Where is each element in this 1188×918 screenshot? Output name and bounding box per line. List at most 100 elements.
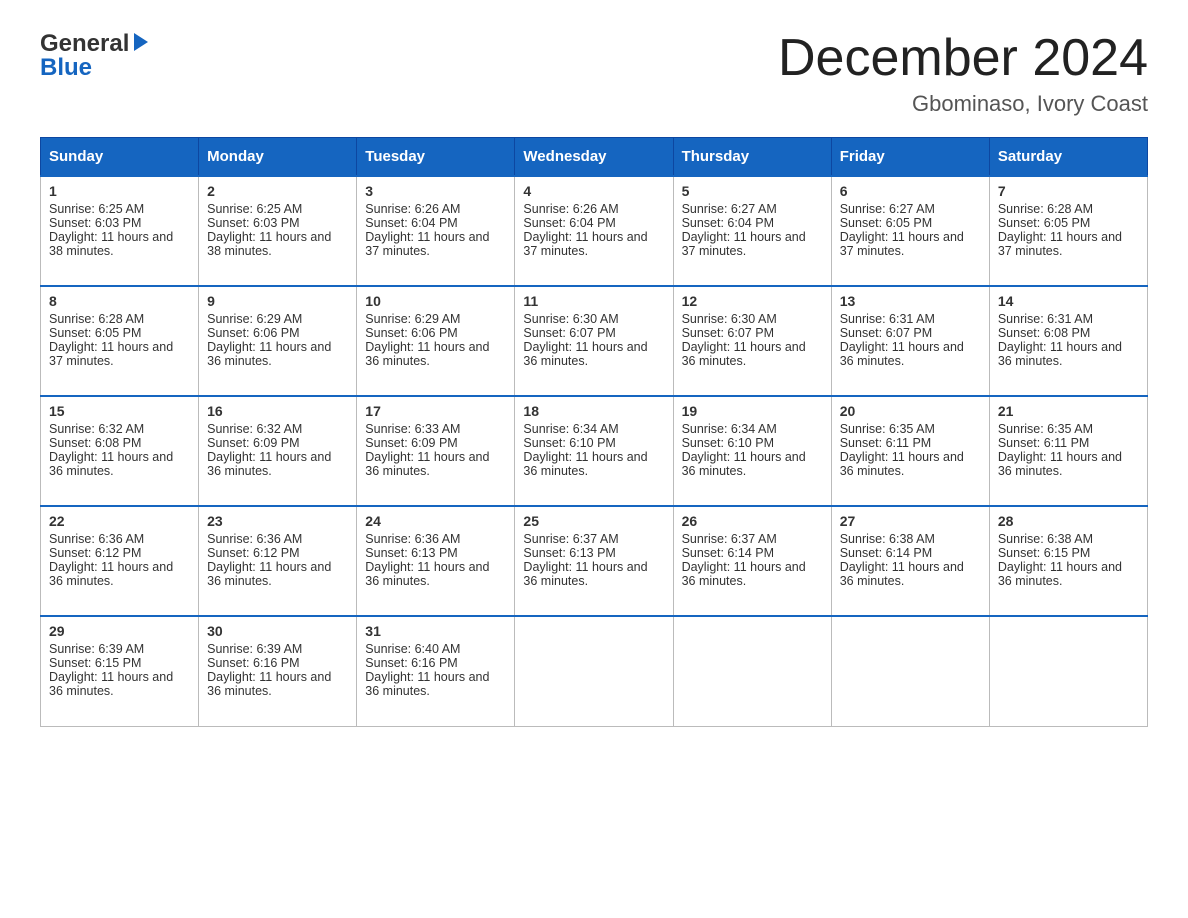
sunrise-text: Sunrise: 6:28 AM — [998, 202, 1093, 216]
day-header-monday: Monday — [199, 138, 357, 177]
logo: General Blue — [40, 30, 148, 82]
calendar-cell: 22Sunrise: 6:36 AMSunset: 6:12 PMDayligh… — [41, 506, 199, 616]
sunset-text: Sunset: 6:14 PM — [682, 546, 774, 560]
daylight-text: Daylight: 11 hours and 36 minutes. — [49, 670, 173, 698]
day-number: 22 — [49, 513, 190, 529]
sunrise-text: Sunrise: 6:27 AM — [840, 202, 935, 216]
daylight-text: Daylight: 11 hours and 37 minutes. — [49, 340, 173, 368]
calendar-cell: 18Sunrise: 6:34 AMSunset: 6:10 PMDayligh… — [515, 396, 673, 506]
sunset-text: Sunset: 6:04 PM — [365, 216, 457, 230]
calendar-cell: 28Sunrise: 6:38 AMSunset: 6:15 PMDayligh… — [989, 506, 1147, 616]
calendar-cell: 26Sunrise: 6:37 AMSunset: 6:14 PMDayligh… — [673, 506, 831, 616]
calendar-cell: 27Sunrise: 6:38 AMSunset: 6:14 PMDayligh… — [831, 506, 989, 616]
sunset-text: Sunset: 6:15 PM — [998, 546, 1090, 560]
sunset-text: Sunset: 6:05 PM — [998, 216, 1090, 230]
calendar-cell: 6Sunrise: 6:27 AMSunset: 6:05 PMDaylight… — [831, 176, 989, 286]
daylight-text: Daylight: 11 hours and 37 minutes. — [365, 230, 489, 258]
sunrise-text: Sunrise: 6:32 AM — [49, 422, 144, 436]
day-number: 18 — [523, 403, 664, 419]
daylight-text: Daylight: 11 hours and 36 minutes. — [207, 450, 331, 478]
calendar-cell: 4Sunrise: 6:26 AMSunset: 6:04 PMDaylight… — [515, 176, 673, 286]
sunset-text: Sunset: 6:09 PM — [207, 436, 299, 450]
day-number: 5 — [682, 183, 823, 199]
calendar-cell — [673, 616, 831, 726]
sunrise-text: Sunrise: 6:31 AM — [840, 312, 935, 326]
sunset-text: Sunset: 6:09 PM — [365, 436, 457, 450]
daylight-text: Daylight: 11 hours and 38 minutes. — [49, 230, 173, 258]
sunrise-text: Sunrise: 6:26 AM — [365, 202, 460, 216]
sunrise-text: Sunrise: 6:29 AM — [207, 312, 302, 326]
day-header-thursday: Thursday — [673, 138, 831, 177]
day-number: 20 — [840, 403, 981, 419]
day-number: 13 — [840, 293, 981, 309]
sunrise-text: Sunrise: 6:38 AM — [840, 532, 935, 546]
day-header-wednesday: Wednesday — [515, 138, 673, 177]
sunrise-text: Sunrise: 6:36 AM — [49, 532, 144, 546]
sunset-text: Sunset: 6:07 PM — [840, 326, 932, 340]
day-number: 19 — [682, 403, 823, 419]
title-block: December 2024 Gbominaso, Ivory Coast — [778, 30, 1148, 117]
day-number: 14 — [998, 293, 1139, 309]
sunrise-text: Sunrise: 6:37 AM — [523, 532, 618, 546]
calendar-cell — [831, 616, 989, 726]
sunrise-text: Sunrise: 6:25 AM — [49, 202, 144, 216]
sunrise-text: Sunrise: 6:35 AM — [998, 422, 1093, 436]
sunrise-text: Sunrise: 6:30 AM — [682, 312, 777, 326]
day-number: 1 — [49, 183, 190, 199]
calendar-table: SundayMondayTuesdayWednesdayThursdayFrid… — [40, 137, 1148, 727]
sunrise-text: Sunrise: 6:34 AM — [523, 422, 618, 436]
sunrise-text: Sunrise: 6:39 AM — [207, 642, 302, 656]
sunset-text: Sunset: 6:05 PM — [49, 326, 141, 340]
calendar-cell: 2Sunrise: 6:25 AMSunset: 6:03 PMDaylight… — [199, 176, 357, 286]
day-number: 26 — [682, 513, 823, 529]
day-number: 27 — [840, 513, 981, 529]
sunset-text: Sunset: 6:07 PM — [523, 326, 615, 340]
daylight-text: Daylight: 11 hours and 36 minutes. — [207, 670, 331, 698]
daylight-text: Daylight: 11 hours and 36 minutes. — [523, 560, 647, 588]
calendar-cell: 31Sunrise: 6:40 AMSunset: 6:16 PMDayligh… — [357, 616, 515, 726]
day-number: 23 — [207, 513, 348, 529]
page-header: General Blue December 2024 Gbominaso, Iv… — [40, 30, 1148, 117]
calendar-cell: 30Sunrise: 6:39 AMSunset: 6:16 PMDayligh… — [199, 616, 357, 726]
day-number: 21 — [998, 403, 1139, 419]
sunrise-text: Sunrise: 6:38 AM — [998, 532, 1093, 546]
sunrise-text: Sunrise: 6:31 AM — [998, 312, 1093, 326]
sunset-text: Sunset: 6:07 PM — [682, 326, 774, 340]
calendar-cell: 13Sunrise: 6:31 AMSunset: 6:07 PMDayligh… — [831, 286, 989, 396]
day-number: 29 — [49, 623, 190, 639]
location: Gbominaso, Ivory Coast — [778, 91, 1148, 117]
calendar-cell — [515, 616, 673, 726]
sunrise-text: Sunrise: 6:30 AM — [523, 312, 618, 326]
sunset-text: Sunset: 6:08 PM — [49, 436, 141, 450]
day-number: 25 — [523, 513, 664, 529]
calendar-cell: 9Sunrise: 6:29 AMSunset: 6:06 PMDaylight… — [199, 286, 357, 396]
sunset-text: Sunset: 6:13 PM — [365, 546, 457, 560]
sunrise-text: Sunrise: 6:40 AM — [365, 642, 460, 656]
daylight-text: Daylight: 11 hours and 36 minutes. — [840, 450, 964, 478]
calendar-week-4: 22Sunrise: 6:36 AMSunset: 6:12 PMDayligh… — [41, 506, 1148, 616]
calendar-cell: 17Sunrise: 6:33 AMSunset: 6:09 PMDayligh… — [357, 396, 515, 506]
calendar-week-3: 15Sunrise: 6:32 AMSunset: 6:08 PMDayligh… — [41, 396, 1148, 506]
sunset-text: Sunset: 6:06 PM — [365, 326, 457, 340]
day-number: 2 — [207, 183, 348, 199]
day-number: 7 — [998, 183, 1139, 199]
calendar-cell: 23Sunrise: 6:36 AMSunset: 6:12 PMDayligh… — [199, 506, 357, 616]
sunset-text: Sunset: 6:03 PM — [207, 216, 299, 230]
calendar-cell: 21Sunrise: 6:35 AMSunset: 6:11 PMDayligh… — [989, 396, 1147, 506]
day-header-friday: Friday — [831, 138, 989, 177]
calendar-cell: 14Sunrise: 6:31 AMSunset: 6:08 PMDayligh… — [989, 286, 1147, 396]
calendar-cell: 11Sunrise: 6:30 AMSunset: 6:07 PMDayligh… — [515, 286, 673, 396]
day-number: 17 — [365, 403, 506, 419]
calendar-cell: 7Sunrise: 6:28 AMSunset: 6:05 PMDaylight… — [989, 176, 1147, 286]
sunset-text: Sunset: 6:14 PM — [840, 546, 932, 560]
sunrise-text: Sunrise: 6:36 AM — [365, 532, 460, 546]
daylight-text: Daylight: 11 hours and 36 minutes. — [998, 340, 1122, 368]
calendar-cell: 15Sunrise: 6:32 AMSunset: 6:08 PMDayligh… — [41, 396, 199, 506]
daylight-text: Daylight: 11 hours and 36 minutes. — [523, 450, 647, 478]
day-number: 16 — [207, 403, 348, 419]
daylight-text: Daylight: 11 hours and 36 minutes. — [365, 340, 489, 368]
calendar-cell: 24Sunrise: 6:36 AMSunset: 6:13 PMDayligh… — [357, 506, 515, 616]
daylight-text: Daylight: 11 hours and 36 minutes. — [207, 340, 331, 368]
sunrise-text: Sunrise: 6:34 AM — [682, 422, 777, 436]
calendar-cell: 5Sunrise: 6:27 AMSunset: 6:04 PMDaylight… — [673, 176, 831, 286]
